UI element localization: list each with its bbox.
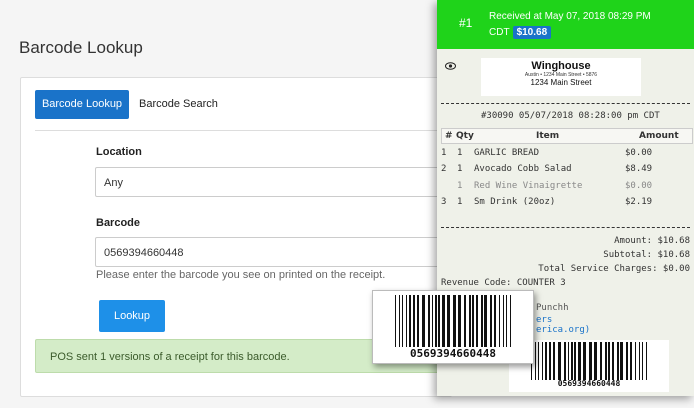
- subtotal-line: Subtotal: $10.68: [603, 250, 690, 260]
- receipt-item-n: 1: [441, 148, 447, 158]
- divider: [441, 227, 690, 228]
- service-charges-line: Total Service Charges: $0.00: [538, 264, 690, 274]
- footer-text-a: Punchh: [536, 303, 569, 313]
- store-address: 1234 Main Street: [530, 78, 592, 87]
- receipt-item-qty: 1: [457, 164, 463, 174]
- revenue-code-line: Revenue Code: COUNTER 3: [441, 278, 566, 288]
- receipt-item-n: 3: [441, 197, 447, 207]
- tab-barcode-lookup[interactable]: Barcode Lookup: [35, 90, 129, 119]
- order-line: #30090 05/07/2018 08:28:00 pm CDT: [481, 111, 660, 121]
- receipt-item-name: Sm Drink (20oz): [474, 197, 556, 207]
- barcode-help-text: Please enter the barcode you see on prin…: [96, 269, 386, 281]
- eye-icon[interactable]: [445, 62, 456, 73]
- receipt-barcode-number: 0569394660448: [557, 379, 621, 388]
- receipt-item-name: Red Wine Vinaigrette: [474, 181, 583, 191]
- receipt-item-qty: 1: [457, 148, 463, 158]
- footer-text-b: ers: [536, 315, 553, 325]
- location-label: Location: [96, 146, 142, 158]
- amount-badge: $10.68: [512, 26, 552, 39]
- receipt-item-amount: $0.00: [625, 148, 653, 158]
- amount-line: Amount: $10.68: [614, 236, 690, 246]
- receipt-item-amount: $2.19: [625, 197, 653, 207]
- col-item: Item: [536, 131, 560, 141]
- col-amount: Amount: [639, 131, 679, 141]
- receipt-header: #1 Received at May 07, 2018 08:29 PM CDT…: [437, 0, 694, 49]
- receipt-number: #1: [459, 16, 473, 30]
- receipt-item-n: 2: [441, 164, 447, 174]
- barcode-label: Barcode: [96, 217, 141, 229]
- receipt-item-name: Avocado Cobb Salad: [474, 164, 572, 174]
- tabs-divider: [35, 130, 451, 131]
- store-name: Winghouse: [531, 60, 591, 72]
- receipt-item-name: GARLIC BREAD: [474, 148, 540, 158]
- barcode-input[interactable]: 0569394660448: [95, 237, 455, 267]
- lookup-button[interactable]: Lookup: [99, 300, 165, 332]
- receipt-item-amount: $0.00: [625, 181, 653, 191]
- barcode-zoom-number: 0569394660448: [409, 347, 497, 360]
- col-number: #: [445, 131, 453, 141]
- footer-text-c: erica.org): [536, 325, 591, 335]
- divider: [441, 103, 690, 104]
- page-title: Barcode Lookup: [19, 38, 143, 57]
- barcode-bars: [395, 295, 511, 347]
- receipt-item-amount: $8.49: [625, 164, 653, 174]
- barcode-zoom: 0569394660448: [372, 290, 534, 364]
- store-logo-block: Winghouse Austin • 1234 Main Street • 58…: [481, 58, 641, 96]
- received-time: Received at May 07, 2018 08:29 PM: [489, 11, 651, 22]
- timezone: CDT: [489, 27, 510, 38]
- tab-barcode-search[interactable]: Barcode Search: [139, 90, 218, 119]
- location-select[interactable]: Any: [95, 167, 455, 197]
- col-qty: Qty: [456, 131, 474, 141]
- receipt-item-qty: 1: [457, 181, 463, 191]
- receipt-item-qty: 1: [457, 197, 463, 207]
- items-table-header: # Qty Item Amount: [441, 128, 693, 144]
